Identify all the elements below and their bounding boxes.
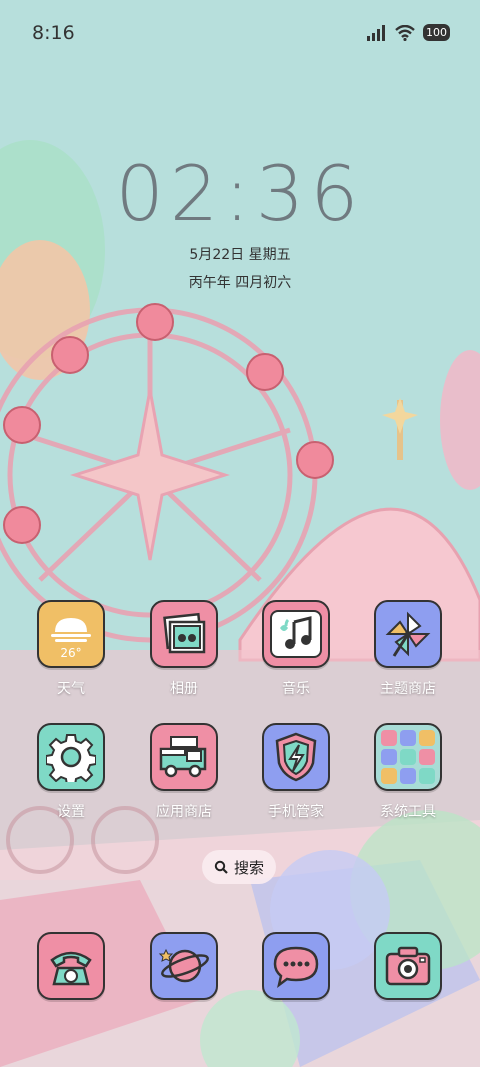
app-music[interactable]: 音乐 <box>246 600 346 698</box>
status-time: 8:16 <box>32 22 75 44</box>
dock-phone[interactable] <box>21 932 121 1000</box>
app-weather[interactable]: 26° 天气 <box>21 600 121 698</box>
app-app-store[interactable]: 应用商店 <box>134 723 234 821</box>
app-phone-manager[interactable]: 手机管家 <box>246 723 346 821</box>
app-label: 音乐 <box>282 681 310 697</box>
dock-messages[interactable] <box>246 932 346 1000</box>
app-gallery[interactable]: 相册 <box>134 600 234 698</box>
dock-browser[interactable] <box>134 932 234 1000</box>
app-label: 主题商店 <box>380 681 436 697</box>
app-label: 手机管家 <box>268 804 324 820</box>
camera-icon <box>374 932 442 1000</box>
music-icon <box>262 600 330 668</box>
dock-camera[interactable] <box>358 932 458 1000</box>
browser-planet-icon <box>150 932 218 1000</box>
cellular-signal-icon <box>367 24 385 41</box>
weather-icon: 26° <box>37 600 105 668</box>
gear-icon <box>37 723 105 791</box>
app-label: 系统工具 <box>380 804 436 820</box>
messages-icon <box>262 932 330 1000</box>
clock-lunar-date: 丙午年 四月初六 <box>188 275 292 291</box>
pinwheel-icon <box>374 600 442 668</box>
gallery-icon <box>150 600 218 668</box>
shop-truck-icon <box>150 723 218 791</box>
clock-date: 5月22日 星期五 <box>189 247 291 263</box>
battery-indicator: 100 <box>423 24 450 41</box>
shield-icon <box>262 723 330 791</box>
app-label: 应用商店 <box>156 804 212 820</box>
weather-temperature: 26° <box>60 646 82 660</box>
app-label: 天气 <box>57 681 85 697</box>
status-bar: 8:16 100 <box>0 0 480 68</box>
search-button[interactable]: 搜索 <box>202 850 276 884</box>
folder-icon <box>374 723 442 791</box>
clock-widget[interactable]: 02:36 5月22日 星期五 丙午年 四月初六 <box>0 150 480 292</box>
app-label: 设置 <box>57 804 85 820</box>
search-label: 搜索 <box>233 858 264 877</box>
app-folder-system-tools[interactable]: 系统工具 <box>358 723 458 821</box>
app-theme-store[interactable]: 主题商店 <box>358 600 458 698</box>
search-icon <box>214 860 228 874</box>
phone-icon <box>37 932 105 1000</box>
wifi-icon <box>395 24 415 41</box>
app-settings[interactable]: 设置 <box>21 723 121 821</box>
clock-time: 02:36 <box>115 149 365 238</box>
status-icons: 100 <box>367 24 450 41</box>
app-label: 相册 <box>170 681 198 697</box>
